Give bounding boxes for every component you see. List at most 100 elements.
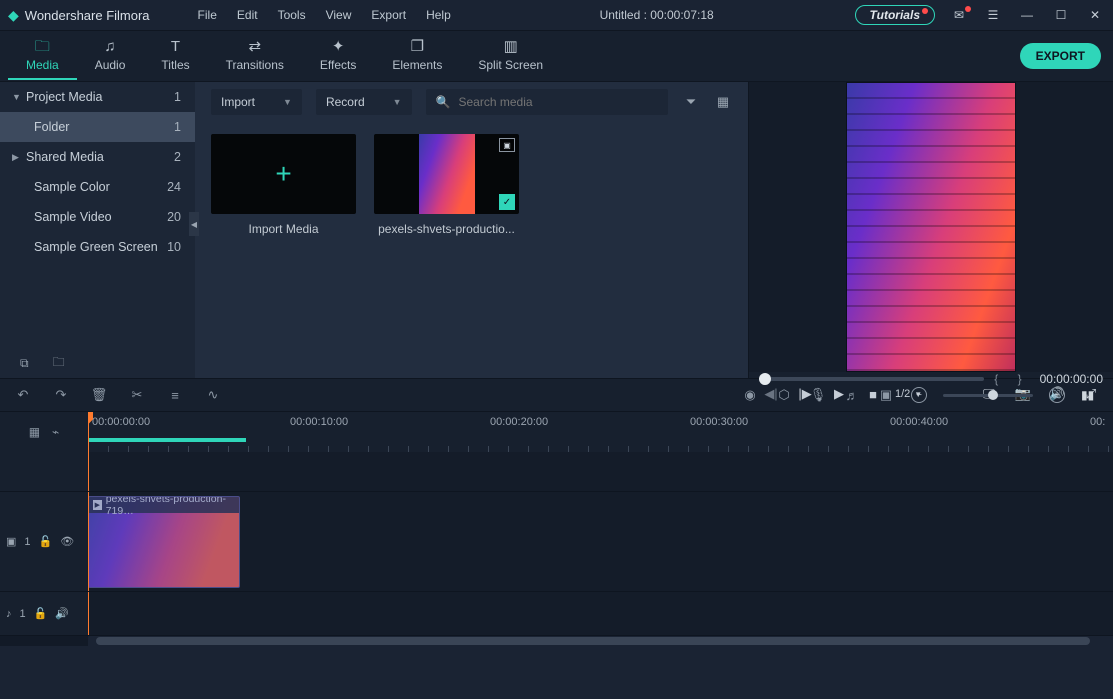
media-clip-card[interactable]: ▣ ✓ pexels-shvets-productio... — [374, 134, 519, 236]
zoom-knob[interactable] — [988, 390, 998, 400]
record-dropdown[interactable]: Record ▼ — [316, 89, 412, 115]
tab-split-screen[interactable]: ▥ Split Screen — [460, 32, 561, 80]
undo-icon[interactable]: ↶ — [14, 387, 32, 403]
ruler-label: 00:00:30:00 — [690, 416, 748, 428]
letter-icon: T — [171, 38, 180, 56]
filter-icon[interactable]: ⏷ — [682, 94, 700, 110]
adjust-icon[interactable]: ≡ — [166, 388, 184, 403]
check-icon: ✓ — [499, 194, 515, 210]
menu-tools[interactable]: Tools — [270, 4, 314, 26]
audio-lane[interactable] — [88, 592, 1113, 635]
video-lane[interactable]: ▶ pexels-shvets-production-719… — [88, 492, 1113, 591]
message-icon[interactable]: ✉ — [949, 8, 969, 22]
lock-icon[interactable]: 🔓 — [34, 607, 48, 620]
range-indicator — [88, 438, 246, 442]
notification-dot-icon — [922, 8, 928, 14]
menu-list-icon[interactable]: ☰ — [983, 8, 1003, 22]
timeline-tracks: ▣ 1 🔓 👁 ▶ pexels-shvets-production-719… … — [0, 452, 1113, 646]
new-folder-icon[interactable]: ⧉ — [20, 356, 29, 371]
sidebar-collapse-handle[interactable]: ◀ — [189, 212, 199, 236]
search-input[interactable] — [459, 95, 659, 109]
menu-view[interactable]: View — [318, 4, 360, 26]
tutorials-button[interactable]: Tutorials — [855, 5, 935, 25]
record-label: Record — [326, 95, 365, 109]
search-icon: 🔍 — [436, 95, 451, 109]
delete-icon[interactable]: 🗑 — [90, 387, 108, 403]
menu-export[interactable]: Export — [363, 4, 414, 26]
tab-titles[interactable]: T Titles — [143, 32, 207, 80]
ribbon-tabs: 🗀 Media ♫ Audio T Titles ⇄ Transitions ✦… — [0, 32, 561, 80]
ruler-label: 00:00:20:00 — [490, 416, 548, 428]
export-button[interactable]: EXPORT — [1020, 43, 1101, 69]
ruler-row: ▦ ⌁ 00:00:00:00 00:00:10:00 00:00:20:00 … — [0, 412, 1113, 452]
sidebar-item-project-media[interactable]: ▼ Project Media 1 — [0, 82, 195, 112]
redo-icon[interactable]: ↷ — [52, 387, 70, 403]
menu-help[interactable]: Help — [418, 4, 459, 26]
tab-elements-label: Elements — [392, 58, 442, 72]
voiceover-icon[interactable]: 🎙 — [809, 387, 827, 403]
crop-icon[interactable]: ▣ — [877, 387, 895, 403]
timeline-scrollbar — [0, 636, 1113, 646]
playhead[interactable] — [88, 412, 89, 452]
mute-icon[interactable]: 🔊 — [55, 607, 69, 620]
preview-canvas — [749, 82, 1113, 372]
sidebar-item-sample-video[interactable]: Sample Video 20 — [0, 202, 195, 232]
zoom-in-icon[interactable]: + — [1049, 387, 1065, 403]
sidebar-item-label: Sample Color — [34, 180, 167, 194]
ribbon: 🗀 Media ♫ Audio T Titles ⇄ Transitions ✦… — [0, 30, 1113, 82]
preview-panel: { } 00:00:00:00 ◀| |▶ ▶ ■ 1/2 ▼ 🖵 📷 🔊 ⤢ — [748, 82, 1113, 378]
tab-elements[interactable]: ❐ Elements — [374, 32, 460, 80]
open-folder-icon[interactable]: 🗀 — [53, 353, 65, 374]
search-media[interactable]: 🔍 — [426, 89, 668, 115]
window-maximize-icon[interactable]: ☐ — [1051, 8, 1071, 22]
scrub-bar: { } 00:00:00:00 — [749, 372, 1113, 386]
sidebar-item-sample-green[interactable]: Sample Green Screen 10 — [0, 232, 195, 262]
video-clip[interactable]: ▶ pexels-shvets-production-719… — [88, 496, 240, 588]
track-height-icon[interactable]: ▮▮ — [1081, 388, 1099, 402]
audio-track: ♪ 1 🔓 🔊 — [0, 592, 1113, 636]
magnet-icon[interactable]: ⌁ — [52, 425, 59, 439]
tab-media[interactable]: 🗀 Media — [8, 32, 77, 80]
window-close-icon[interactable]: ✕ — [1085, 8, 1105, 22]
scrollbar-track[interactable] — [88, 636, 1113, 646]
lock-icon[interactable]: 🔓 — [39, 535, 53, 548]
render-icon[interactable]: ◉ — [741, 387, 759, 403]
window-minimize-icon[interactable]: — — [1017, 8, 1037, 22]
menu-edit[interactable]: Edit — [229, 4, 266, 26]
preview-frame — [846, 82, 1016, 372]
menu-file[interactable]: File — [190, 4, 225, 26]
scrollbar-thumb[interactable] — [96, 637, 1090, 645]
track-spacer — [0, 452, 1113, 492]
sidebar-item-folder[interactable]: Folder 1 — [0, 112, 195, 142]
chevron-down-icon: ▼ — [283, 97, 292, 107]
visibility-icon[interactable]: 👁 — [60, 535, 74, 548]
app-name: Wondershare Filmora — [25, 8, 150, 23]
marker-icon[interactable]: ⬡ — [775, 387, 793, 403]
sidebar-item-shared-media[interactable]: ▶ Shared Media 2 — [0, 142, 195, 172]
scrub-thumb[interactable] — [759, 373, 771, 385]
cut-icon[interactable]: ✂ — [128, 387, 146, 403]
scrub-track[interactable] — [759, 377, 984, 381]
tab-audio[interactable]: ♫ Audio — [77, 32, 144, 80]
audio-track-index: 1 — [20, 608, 26, 620]
sidebar-item-count: 2 — [174, 150, 183, 164]
grid-icon[interactable]: ▦ — [29, 425, 40, 439]
timeline-ruler[interactable]: 00:00:00:00 00:00:10:00 00:00:20:00 00:0… — [88, 412, 1113, 452]
tab-titles-label: Titles — [161, 58, 189, 72]
zoom-slider[interactable] — [943, 394, 1033, 397]
mark-in-out[interactable]: { } — [994, 372, 1029, 386]
tab-transitions[interactable]: ⇄ Transitions — [208, 32, 302, 80]
mixer-icon[interactable]: ♬ — [843, 388, 861, 403]
swap-icon: ⇄ — [248, 38, 261, 56]
import-dropdown[interactable]: Import ▼ — [211, 89, 302, 115]
grid-view-icon[interactable]: ▦ — [714, 94, 732, 110]
audio-wave-icon[interactable]: ∿ — [204, 387, 222, 403]
ruler-label: 00:00:10:00 — [290, 416, 348, 428]
video-track: ▣ 1 🔓 👁 ▶ pexels-shvets-production-719… — [0, 492, 1113, 592]
video-track-gutter: ▣ 1 🔓 👁 — [0, 492, 88, 591]
sidebar-item-sample-color[interactable]: Sample Color 24 — [0, 172, 195, 202]
tab-effects[interactable]: ✦ Effects — [302, 32, 374, 80]
import-media-card[interactable]: + Import Media — [211, 134, 356, 236]
zoom-out-icon[interactable]: − — [911, 387, 927, 403]
tab-media-label: Media — [26, 58, 59, 72]
